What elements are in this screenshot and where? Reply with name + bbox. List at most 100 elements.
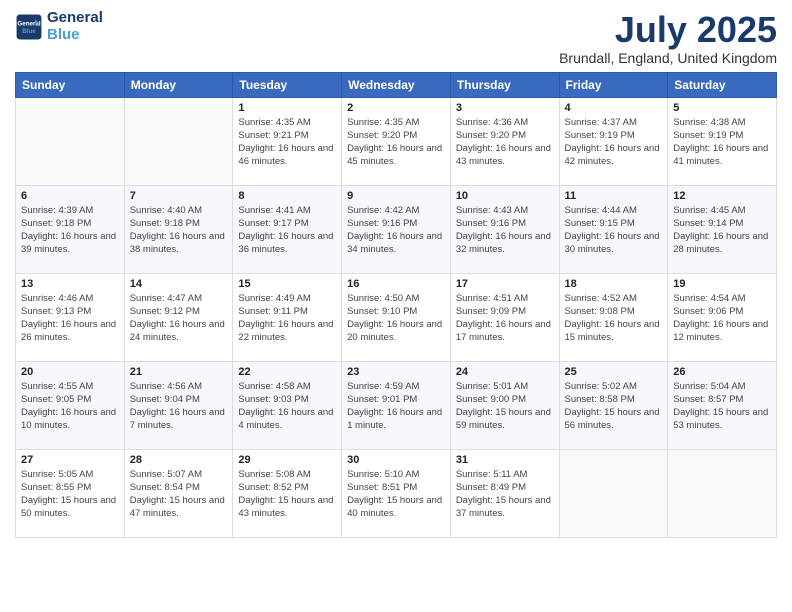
day-number: 30 bbox=[347, 454, 445, 466]
calendar-cell: 5 Sunrise: 4:38 AM Sunset: 9:19 PM Daylig… bbox=[668, 97, 777, 185]
calendar-cell bbox=[124, 97, 233, 185]
day-info: Sunrise: 4:39 AM Sunset: 9:18 PM Dayligh… bbox=[21, 204, 119, 257]
day-info: Sunrise: 4:35 AM Sunset: 9:20 PM Dayligh… bbox=[347, 116, 445, 169]
calendar-cell: 7Sunrise: 4:40 AM Sunset: 9:18 PM Daylig… bbox=[124, 185, 233, 273]
calendar-cell: 9Sunrise: 4:42 AM Sunset: 9:16 PM Daylig… bbox=[342, 185, 451, 273]
calendar-cell: 18Sunrise: 4:52 AM Sunset: 9:08 PM Dayli… bbox=[559, 273, 668, 361]
calendar-week-row: 6 Sunrise: 4:39 AM Sunset: 9:18 PM Daylig… bbox=[16, 185, 777, 273]
day-info: Sunrise: 4:59 AM Sunset: 9:01 PM Dayligh… bbox=[347, 380, 445, 433]
day-number: 4 bbox=[565, 102, 663, 114]
day-number: 10 bbox=[456, 190, 554, 202]
calendar-cell: 15 Sunrise: 4:49 AM Sunset: 9:11 PM Dayli… bbox=[233, 273, 342, 361]
day-number: 31 bbox=[456, 454, 554, 466]
day-info: Sunrise: 4:46 AM Sunset: 9:13 PM Dayligh… bbox=[21, 292, 119, 345]
day-number: 29 bbox=[238, 454, 336, 466]
day-number: 7 bbox=[130, 190, 228, 202]
day-info: Sunrise: 4:49 AM Sunset: 9:11 PM Dayligh… bbox=[238, 292, 336, 345]
calendar-cell: 13 Sunrise: 4:46 AM Sunset: 9:13 PM Dayli… bbox=[16, 273, 125, 361]
calendar-cell: 11 Sunrise: 4:44 AM Sunset: 9:15 PM Dayli… bbox=[559, 185, 668, 273]
calendar-cell: 2 Sunrise: 4:35 AM Sunset: 9:20 PM Daylig… bbox=[342, 97, 451, 185]
day-number: 6 bbox=[21, 190, 119, 202]
calendar-cell: 24 Sunrise: 5:01 AM Sunset: 9:00 PM Dayli… bbox=[450, 361, 559, 449]
day-number: 9 bbox=[347, 190, 445, 202]
weekday-header-tuesday: Tuesday bbox=[233, 72, 342, 97]
day-number: 2 bbox=[347, 102, 445, 114]
svg-text:Blue: Blue bbox=[22, 28, 36, 35]
weekday-header-friday: Friday bbox=[559, 72, 668, 97]
day-info: Sunrise: 4:47 AM Sunset: 9:12 PM Dayligh… bbox=[130, 292, 228, 345]
day-info: Sunrise: 4:35 AM Sunset: 9:21 PM Dayligh… bbox=[238, 116, 336, 169]
weekday-header-wednesday: Wednesday bbox=[342, 72, 451, 97]
day-info: Sunrise: 5:01 AM Sunset: 9:00 PM Dayligh… bbox=[456, 380, 554, 433]
day-number: 27 bbox=[21, 454, 119, 466]
day-number: 8 bbox=[238, 190, 336, 202]
day-info: Sunrise: 4:38 AM Sunset: 9:19 PM Dayligh… bbox=[673, 116, 771, 169]
day-info: Sunrise: 4:56 AM Sunset: 9:04 PM Dayligh… bbox=[130, 380, 228, 433]
day-number: 19 bbox=[673, 278, 771, 290]
day-number: 5 bbox=[673, 102, 771, 114]
day-number: 21 bbox=[130, 366, 228, 378]
day-info: Sunrise: 4:50 AM Sunset: 9:10 PM Dayligh… bbox=[347, 292, 445, 345]
day-number: 11 bbox=[565, 190, 663, 202]
day-info: Sunrise: 4:52 AM Sunset: 9:08 PM Dayligh… bbox=[565, 292, 663, 345]
calendar-week-row: 1 Sunrise: 4:35 AM Sunset: 9:21 PM Daylig… bbox=[16, 97, 777, 185]
calendar-cell: 21 Sunrise: 4:56 AM Sunset: 9:04 PM Dayli… bbox=[124, 361, 233, 449]
day-number: 1 bbox=[238, 102, 336, 114]
main-title: July 2025 bbox=[559, 10, 777, 50]
calendar-cell: 31 Sunrise: 5:11 AM Sunset: 8:49 PM Dayli… bbox=[450, 449, 559, 537]
day-info: Sunrise: 5:05 AM Sunset: 8:55 PM Dayligh… bbox=[21, 468, 119, 521]
day-number: 23 bbox=[347, 366, 445, 378]
day-info: Sunrise: 4:37 AM Sunset: 9:19 PM Dayligh… bbox=[565, 116, 663, 169]
day-info: Sunrise: 4:55 AM Sunset: 9:05 PM Dayligh… bbox=[21, 380, 119, 433]
page-header: General Blue General Blue July 2025 Brun… bbox=[15, 10, 777, 66]
logo-text-general: General bbox=[47, 10, 103, 27]
day-info: Sunrise: 5:10 AM Sunset: 8:51 PM Dayligh… bbox=[347, 468, 445, 521]
calendar-cell: 1 Sunrise: 4:35 AM Sunset: 9:21 PM Daylig… bbox=[233, 97, 342, 185]
weekday-header-saturday: Saturday bbox=[668, 72, 777, 97]
day-info: Sunrise: 5:11 AM Sunset: 8:49 PM Dayligh… bbox=[456, 468, 554, 521]
calendar-cell: 4 Sunrise: 4:37 AM Sunset: 9:19 PM Daylig… bbox=[559, 97, 668, 185]
day-info: Sunrise: 4:54 AM Sunset: 9:06 PM Dayligh… bbox=[673, 292, 771, 345]
weekday-header-sunday: Sunday bbox=[16, 72, 125, 97]
calendar-cell: 17 Sunrise: 4:51 AM Sunset: 9:09 PM Dayli… bbox=[450, 273, 559, 361]
title-block: July 2025 Brundall, England, United King… bbox=[559, 10, 777, 66]
calendar-cell: 22 Sunrise: 4:58 AM Sunset: 9:03 PM Dayli… bbox=[233, 361, 342, 449]
calendar-cell bbox=[16, 97, 125, 185]
logo: General Blue General Blue bbox=[15, 10, 103, 43]
day-info: Sunrise: 4:43 AM Sunset: 9:16 PM Dayligh… bbox=[456, 204, 554, 257]
day-info: Sunrise: 4:41 AM Sunset: 9:17 PM Dayligh… bbox=[238, 204, 336, 257]
logo-text-blue: Blue bbox=[47, 27, 103, 44]
day-info: Sunrise: 4:51 AM Sunset: 9:09 PM Dayligh… bbox=[456, 292, 554, 345]
calendar-cell: 27 Sunrise: 5:05 AM Sunset: 8:55 PM Dayli… bbox=[16, 449, 125, 537]
day-number: 26 bbox=[673, 366, 771, 378]
day-number: 17 bbox=[456, 278, 554, 290]
day-info: Sunrise: 4:44 AM Sunset: 9:15 PM Dayligh… bbox=[565, 204, 663, 257]
calendar-cell: 30 Sunrise: 5:10 AM Sunset: 8:51 PM Dayli… bbox=[342, 449, 451, 537]
calendar-cell: 25 Sunrise: 5:02 AM Sunset: 8:58 PM Dayli… bbox=[559, 361, 668, 449]
day-info: Sunrise: 5:02 AM Sunset: 8:58 PM Dayligh… bbox=[565, 380, 663, 433]
day-number: 3 bbox=[456, 102, 554, 114]
calendar-cell: 28Sunrise: 5:07 AM Sunset: 8:54 PM Dayli… bbox=[124, 449, 233, 537]
day-number: 25 bbox=[565, 366, 663, 378]
calendar-cell: 6 Sunrise: 4:39 AM Sunset: 9:18 PM Daylig… bbox=[16, 185, 125, 273]
day-number: 13 bbox=[21, 278, 119, 290]
calendar-week-row: 20Sunrise: 4:55 AM Sunset: 9:05 PM Dayli… bbox=[16, 361, 777, 449]
calendar-cell: 8 Sunrise: 4:41 AM Sunset: 9:17 PM Daylig… bbox=[233, 185, 342, 273]
day-number: 24 bbox=[456, 366, 554, 378]
day-info: Sunrise: 4:36 AM Sunset: 9:20 PM Dayligh… bbox=[456, 116, 554, 169]
calendar-cell: 10 Sunrise: 4:43 AM Sunset: 9:16 PM Dayli… bbox=[450, 185, 559, 273]
day-info: Sunrise: 4:58 AM Sunset: 9:03 PM Dayligh… bbox=[238, 380, 336, 433]
calendar-week-row: 27 Sunrise: 5:05 AM Sunset: 8:55 PM Dayli… bbox=[16, 449, 777, 537]
calendar-header-row: SundayMondayTuesdayWednesdayThursdayFrid… bbox=[16, 72, 777, 97]
day-info: Sunrise: 4:45 AM Sunset: 9:14 PM Dayligh… bbox=[673, 204, 771, 257]
calendar-table: SundayMondayTuesdayWednesdayThursdayFrid… bbox=[15, 72, 777, 538]
calendar-cell: 26Sunrise: 5:04 AM Sunset: 8:57 PM Dayli… bbox=[668, 361, 777, 449]
day-number: 15 bbox=[238, 278, 336, 290]
day-info: Sunrise: 5:08 AM Sunset: 8:52 PM Dayligh… bbox=[238, 468, 336, 521]
day-info: Sunrise: 5:07 AM Sunset: 8:54 PM Dayligh… bbox=[130, 468, 228, 521]
day-number: 14 bbox=[130, 278, 228, 290]
weekday-header-monday: Monday bbox=[124, 72, 233, 97]
calendar-cell bbox=[559, 449, 668, 537]
day-number: 22 bbox=[238, 366, 336, 378]
logo-icon: General Blue bbox=[15, 13, 43, 41]
